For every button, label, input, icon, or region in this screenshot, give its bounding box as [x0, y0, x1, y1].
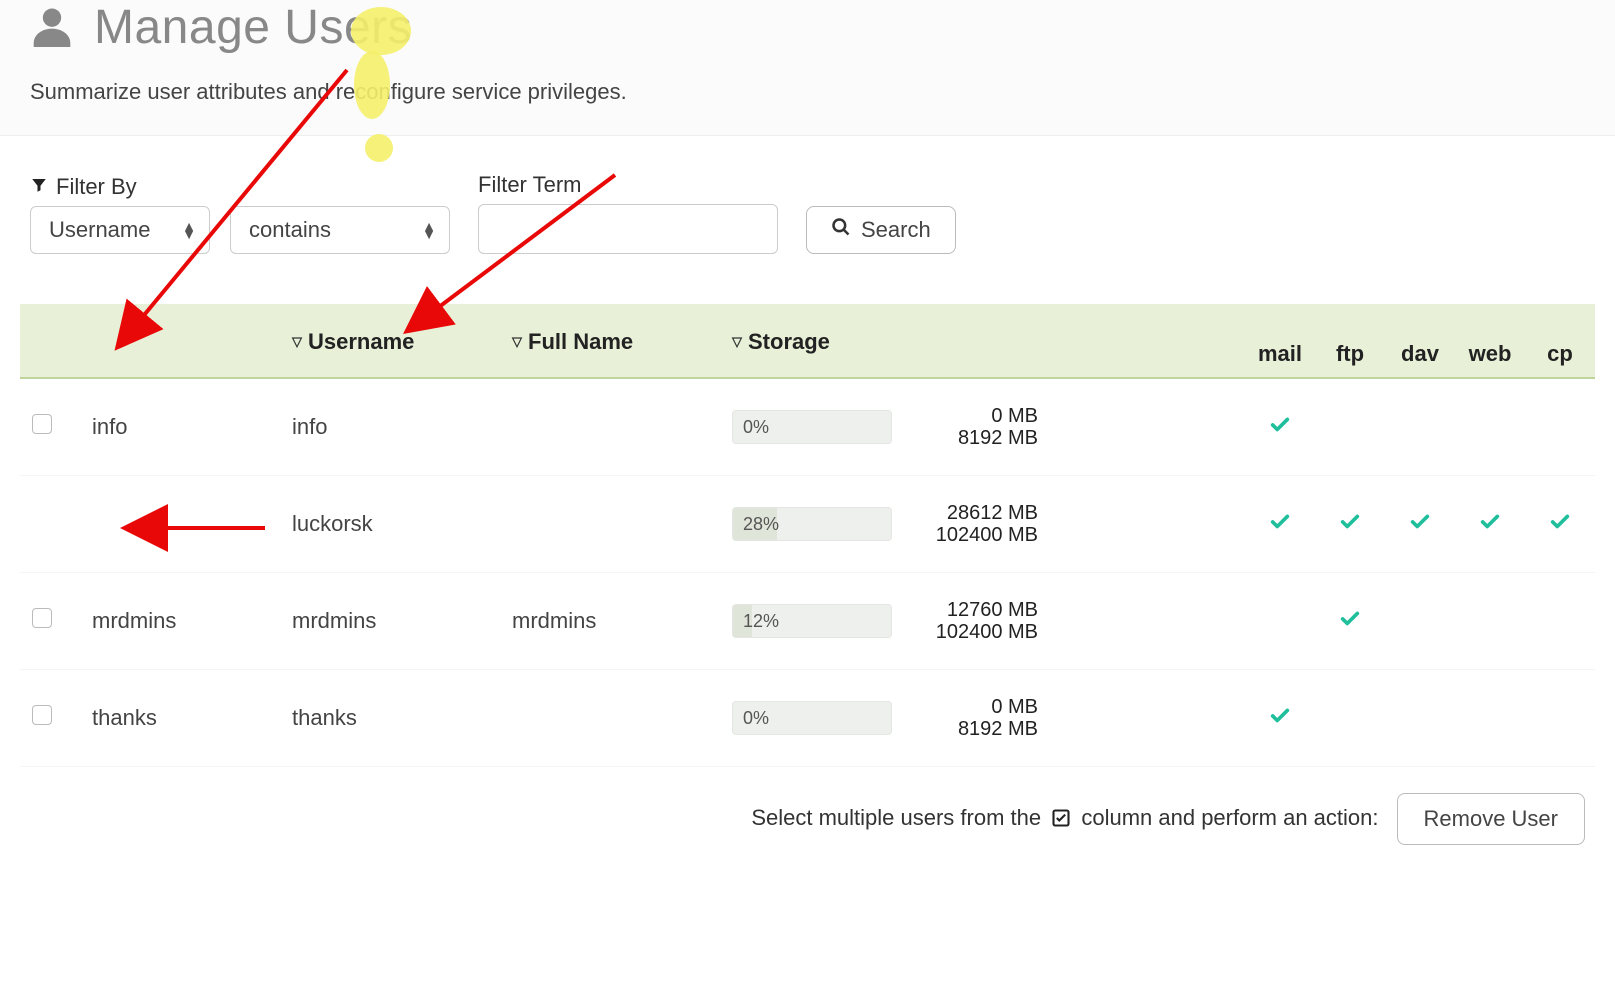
filter-icon — [30, 174, 48, 200]
column-header-dav[interactable]: dav — [1385, 304, 1455, 378]
remove-user-button[interactable]: Remove User — [1397, 793, 1585, 845]
sort-icon: ▽ — [512, 334, 522, 350]
svc-ftp[interactable] — [1315, 378, 1385, 476]
column-header-fullname[interactable]: ▽ Full Name — [512, 329, 633, 355]
row-fullname: mrdmins — [500, 573, 720, 670]
row-checkbox[interactable] — [32, 414, 52, 434]
storage-numbers: 0 MB8192 MB — [918, 405, 1038, 449]
row-storage: 0% 0 MB8192 MB — [720, 378, 1245, 476]
row-name: info — [80, 378, 280, 476]
sort-icon: ▽ — [732, 334, 742, 350]
row-name: mrdmins — [80, 573, 280, 670]
search-button[interactable]: Search — [806, 206, 956, 254]
svc-ftp[interactable] — [1315, 573, 1385, 670]
svc-dav[interactable] — [1385, 378, 1455, 476]
row-checkbox[interactable] — [32, 705, 52, 725]
check-icon — [1339, 609, 1361, 634]
svc-ftp[interactable] — [1315, 476, 1385, 573]
filter-bar: Filter By Username ▲▼ contains ▲▼ Filter… — [0, 136, 1615, 284]
bulk-action-bar: Select multiple users from the column an… — [0, 767, 1615, 871]
page-subtitle: Summarize user attributes and reconfigur… — [30, 79, 1585, 105]
filter-term-input[interactable] — [478, 204, 778, 254]
row-username: info — [280, 378, 500, 476]
sort-icon: ▽ — [292, 334, 302, 350]
storage-progress: 28% — [732, 507, 892, 541]
filter-term-label: Filter Term — [478, 172, 778, 198]
check-icon — [1269, 512, 1291, 537]
check-icon — [1269, 706, 1291, 731]
filter-operator-select[interactable]: contains ▲▼ — [230, 206, 450, 254]
svc-ftp[interactable] — [1315, 670, 1385, 767]
row-checkbox[interactable] — [32, 608, 52, 628]
row-fullname — [500, 476, 720, 573]
row-name — [80, 476, 280, 573]
column-header-mail[interactable]: mail — [1245, 304, 1315, 378]
storage-numbers: 12760 MB102400 MB — [918, 599, 1038, 643]
svc-cp[interactable] — [1525, 670, 1595, 767]
storage-progress: 0% — [732, 410, 892, 444]
column-header-cp[interactable]: cp — [1525, 304, 1595, 378]
storage-progress: 0% — [732, 701, 892, 735]
table-header-row: ▽ Username ▽ Full Name ▽ Storage mail ft… — [20, 304, 1595, 378]
svc-mail[interactable] — [1245, 378, 1315, 476]
filter-by-label-text: Filter By — [56, 174, 137, 200]
table-row: mrdminsmrdminsmrdmins12%12760 MB102400 M… — [20, 573, 1595, 670]
svc-web[interactable] — [1455, 378, 1525, 476]
storage-progress: 12% — [732, 604, 892, 638]
svc-mail[interactable] — [1245, 476, 1315, 573]
table-row: thanksthanks 0% 0 MB8192 MB — [20, 670, 1595, 767]
column-header-web[interactable]: web — [1455, 304, 1525, 378]
row-username: luckorsk — [280, 476, 500, 573]
row-storage: 28% 28612 MB102400 MB — [720, 476, 1245, 573]
search-icon — [831, 217, 851, 243]
svc-mail[interactable] — [1245, 573, 1315, 670]
svc-web[interactable] — [1455, 573, 1525, 670]
row-fullname — [500, 670, 720, 767]
svc-dav[interactable] — [1385, 670, 1455, 767]
storage-numbers: 28612 MB102400 MB — [918, 502, 1038, 546]
search-button-label: Search — [861, 217, 931, 243]
row-username: mrdmins — [280, 573, 500, 670]
row-username: thanks — [280, 670, 500, 767]
checkbox-checked-icon — [1051, 808, 1071, 834]
check-icon — [1479, 512, 1501, 537]
bulk-hint: Select multiple users from the column an… — [751, 805, 1378, 834]
svc-cp[interactable] — [1525, 573, 1595, 670]
check-icon — [1269, 415, 1291, 440]
column-header-username[interactable]: ▽ Username — [292, 329, 414, 355]
user-icon — [30, 3, 74, 52]
column-header-storage[interactable]: ▽ Storage — [732, 329, 830, 355]
svc-dav[interactable] — [1385, 476, 1455, 573]
row-name: thanks — [80, 670, 280, 767]
row-fullname — [500, 378, 720, 476]
filter-by-label: Filter By — [30, 174, 450, 200]
page-title: Manage Users — [94, 0, 412, 55]
table-row: infoinfo 0% 0 MB8192 MB — [20, 378, 1595, 476]
users-table: ▽ Username ▽ Full Name ▽ Storage mail ft… — [20, 304, 1595, 767]
svc-cp[interactable] — [1525, 476, 1595, 573]
svc-mail[interactable] — [1245, 670, 1315, 767]
row-storage: 0% 0 MB8192 MB — [720, 670, 1245, 767]
table-row: luckorsk 28% 28612 MB102400 MB — [20, 476, 1595, 573]
row-storage: 12% 12760 MB102400 MB — [720, 573, 1245, 670]
column-header-ftp[interactable]: ftp — [1315, 304, 1385, 378]
svc-cp[interactable] — [1525, 378, 1595, 476]
svc-web[interactable] — [1455, 670, 1525, 767]
svc-dav[interactable] — [1385, 573, 1455, 670]
page-header: Manage Users Summarize user attributes a… — [0, 0, 1615, 136]
check-icon — [1549, 512, 1571, 537]
svc-web[interactable] — [1455, 476, 1525, 573]
storage-numbers: 0 MB8192 MB — [918, 696, 1038, 740]
filter-field-select[interactable]: Username ▲▼ — [30, 206, 210, 254]
check-icon — [1339, 512, 1361, 537]
check-icon — [1409, 512, 1431, 537]
